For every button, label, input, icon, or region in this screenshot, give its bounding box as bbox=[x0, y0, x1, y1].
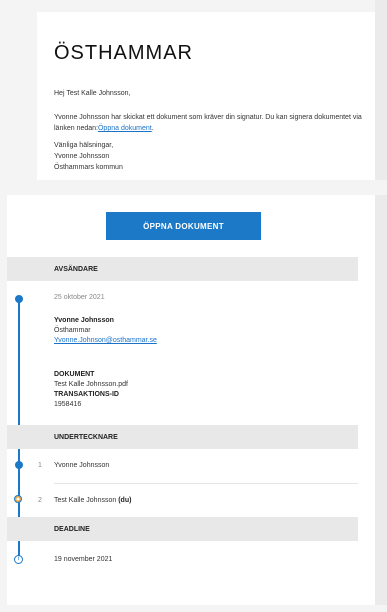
open-document-link[interactable]: Öppna dokument bbox=[98, 125, 152, 132]
message-text: Yvonne Johnsson har skickat ett dokument… bbox=[54, 112, 366, 134]
document-label: DOKUMENT bbox=[54, 371, 95, 378]
deadline-info-icon: i bbox=[14, 555, 23, 564]
signer-number: 2 bbox=[38, 497, 42, 504]
document-name: Test Kalle Johnsson.pdf bbox=[54, 381, 128, 388]
signer-status-pending-icon bbox=[14, 495, 22, 503]
transaction-label: TRANSAKTIONS-ID bbox=[54, 391, 119, 398]
brand-logo-text: ÖSTHAMMAR bbox=[54, 42, 193, 64]
signer-number: 1 bbox=[38, 462, 42, 469]
deadline-section-header: DEADLINE bbox=[7, 517, 358, 541]
background-strip bbox=[375, 195, 387, 605]
open-document-button[interactable]: ÖPPNA DOKUMENT bbox=[106, 212, 261, 240]
signers-section-header: UNDERTECKNARE bbox=[7, 425, 358, 449]
greeting-text: Hej Test Kalle Johnsson, bbox=[54, 90, 131, 97]
divider bbox=[54, 483, 358, 484]
document-panel: ÖPPNA DOKUMENT AVSÄNDARE 25 oktober 2021… bbox=[7, 195, 375, 605]
signature-org: Östhammars kommun bbox=[54, 164, 123, 171]
background-strip bbox=[375, 0, 387, 180]
signature-block: Vänliga hälsningar, Yvonne Johnsson Östh… bbox=[54, 140, 123, 173]
email-card: ÖSTHAMMAR Hej Test Kalle Johnsson, Yvonn… bbox=[37, 12, 375, 180]
signer-name: Yvonne Johnsson bbox=[54, 462, 110, 469]
signer-you-badge: (du) bbox=[118, 497, 132, 504]
sent-date: 25 oktober 2021 bbox=[54, 294, 105, 301]
transaction-id: 1958416 bbox=[54, 401, 82, 408]
signer-status-done-icon bbox=[15, 461, 23, 469]
message-end: . bbox=[151, 125, 154, 132]
deadline-date: 19 november 2021 bbox=[54, 556, 113, 563]
signer-name-text: Test Kalle Johnsson bbox=[54, 497, 117, 504]
sender-org: Östhammar bbox=[54, 327, 91, 334]
signer-name: Test Kalle Johnsson (du) bbox=[54, 497, 131, 504]
sender-email-link[interactable]: Yvonne.Johnson@osthammar.se bbox=[54, 337, 157, 344]
signature-line: Vänliga hälsningar, bbox=[54, 142, 114, 149]
timeline-dot-icon bbox=[15, 295, 23, 303]
signature-name: Yvonne Johnsson bbox=[54, 153, 110, 160]
sender-name: Yvonne Johnsson bbox=[54, 317, 114, 324]
sender-section-header: AVSÄNDARE bbox=[7, 257, 358, 281]
